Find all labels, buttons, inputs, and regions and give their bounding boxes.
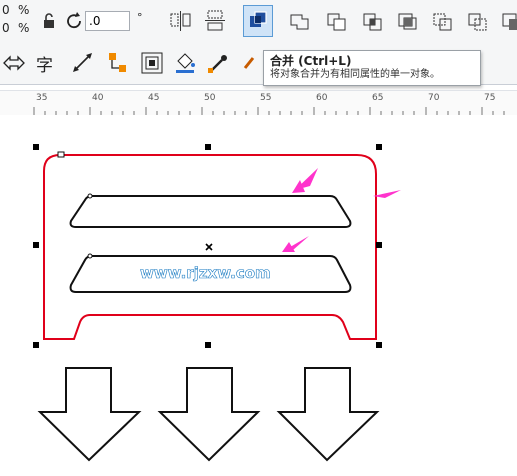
fill-tool-icon[interactable] bbox=[170, 48, 200, 78]
canvas-artwork: www.rjzxw.com bbox=[33, 144, 401, 462]
weld-icon[interactable] bbox=[285, 6, 315, 36]
down-arrow-middle bbox=[157, 367, 261, 462]
down-arrows bbox=[37, 367, 380, 462]
eyedropper-tool-icon[interactable] bbox=[203, 48, 233, 78]
ruler-label: 50 bbox=[204, 93, 216, 103]
node-point bbox=[87, 253, 93, 259]
ruler-label: 65 bbox=[372, 93, 384, 103]
dimension-tool-icon[interactable] bbox=[68, 48, 98, 78]
property-bar: 0 0 % % .0 ° bbox=[0, 0, 517, 43]
front-minus-back-icon[interactable] bbox=[428, 6, 458, 36]
outline-tool-icon[interactable] bbox=[235, 48, 265, 78]
tooltip-title: 合并 (Ctrl+L) bbox=[270, 54, 352, 68]
text-tool-glyph[interactable]: 字 bbox=[36, 51, 53, 76]
ruler-label: 35 bbox=[36, 93, 48, 103]
mirror-horizontal-icon[interactable] bbox=[166, 6, 196, 36]
node-square bbox=[57, 151, 65, 158]
ruler-label: 60 bbox=[316, 93, 328, 103]
back-minus-front-icon[interactable] bbox=[463, 6, 493, 36]
node-point bbox=[87, 193, 93, 199]
intersect-icon[interactable] bbox=[358, 6, 388, 36]
combine-icon[interactable] bbox=[243, 6, 273, 36]
scale-percent-top: % bbox=[18, 3, 30, 17]
ruler-label: 45 bbox=[148, 93, 160, 103]
scale-percent-bottom: % bbox=[18, 21, 30, 35]
center-marker bbox=[205, 243, 213, 251]
ruler-label: 70 bbox=[428, 93, 440, 103]
mirror-vertical-icon[interactable] bbox=[200, 6, 230, 36]
create-boundary-icon[interactable] bbox=[497, 6, 517, 36]
ruler-label: 40 bbox=[92, 93, 104, 103]
rotation-angle-value: .0 bbox=[89, 14, 101, 28]
size-value-bottom: 0 bbox=[2, 21, 10, 35]
ruler-label: 55 bbox=[260, 93, 272, 103]
top-trapezoid bbox=[69, 195, 352, 228]
size-value-top: 0 bbox=[2, 3, 10, 17]
trim-icon[interactable] bbox=[322, 6, 352, 36]
simplify-icon[interactable] bbox=[393, 6, 423, 36]
rotation-angle-input[interactable]: .0 bbox=[85, 11, 130, 31]
tooltip-description: 将对象合并为有相同属性的单一对象。 bbox=[270, 69, 440, 80]
combine-tooltip: 合并 (Ctrl+L) 将对象合并为有相同属性的单一对象。 bbox=[263, 50, 481, 86]
pick-tool-icon[interactable] bbox=[0, 48, 30, 78]
degree-symbol: ° bbox=[137, 11, 143, 24]
down-arrow-right bbox=[276, 367, 380, 462]
down-arrow-left bbox=[37, 367, 142, 462]
horizontal-ruler[interactable]: 35 40 45 50 55 60 65 70 75 bbox=[0, 90, 517, 116]
drawing-canvas[interactable]: www.rjzxw.com bbox=[0, 115, 517, 476]
watermark-text: www.rjzxw.com bbox=[140, 264, 271, 282]
contour-tool-icon[interactable] bbox=[137, 48, 167, 78]
connector-tool-icon[interactable] bbox=[103, 48, 133, 78]
ruler-label: 75 bbox=[484, 93, 496, 103]
